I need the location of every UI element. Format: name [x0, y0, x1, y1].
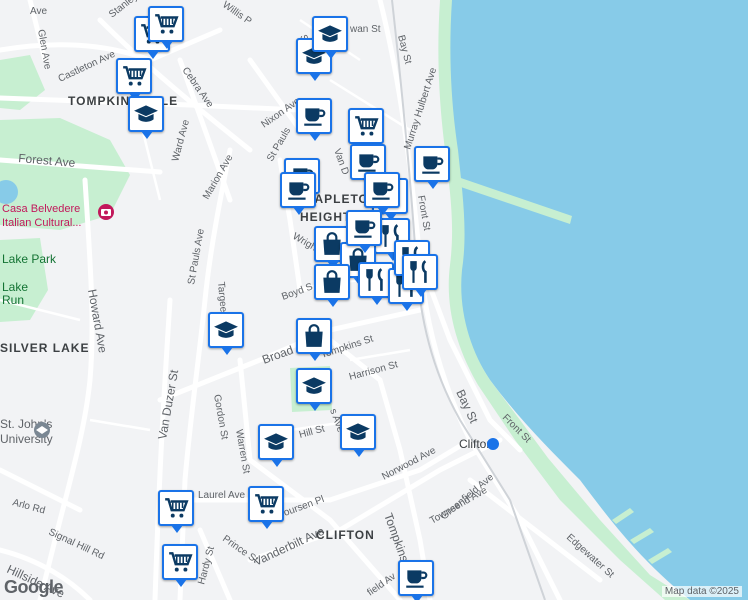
label-silver-lake: SILVER LAKE: [0, 341, 89, 355]
attribution[interactable]: Map data ©2025: [661, 586, 742, 597]
graduation-cap-icon: [345, 419, 371, 445]
map-marker[interactable]: [128, 96, 164, 139]
map-marker[interactable]: [296, 318, 332, 361]
map-canvas[interactable]: TOMPKINSVILLE STAPLETON HEIGHTS SILVER L…: [0, 0, 748, 600]
map-marker[interactable]: [280, 172, 316, 215]
map-marker[interactable]: [348, 108, 384, 151]
shopping-cart-icon: [163, 495, 189, 521]
label-lake-park: Lake Park: [2, 252, 57, 266]
map-marker[interactable]: [402, 254, 438, 297]
graduation-cap-icon: [301, 373, 327, 399]
map-marker[interactable]: [258, 424, 294, 467]
fork-knife-icon: [363, 267, 389, 293]
map-marker[interactable]: [340, 414, 376, 457]
map-marker[interactable]: [148, 6, 184, 49]
label-casa-belvedere: Casa Belvedere: [2, 203, 80, 215]
shopping-cart-icon: [167, 549, 193, 575]
shopping-cart-icon: [121, 63, 147, 89]
coffee-cup-icon: [403, 565, 429, 591]
label-run: Run: [2, 293, 24, 307]
map-marker[interactable]: [296, 98, 332, 141]
shopping-bag-icon: [319, 269, 345, 295]
map-marker[interactable]: [414, 146, 450, 189]
label-italian-cultural: Italian Cultural...: [2, 217, 81, 229]
map-marker[interactable]: [346, 210, 382, 253]
map-marker[interactable]: [364, 172, 400, 215]
map-marker[interactable]: [398, 560, 434, 600]
map-marker[interactable]: [158, 490, 194, 533]
graduation-cap-icon: [133, 101, 159, 127]
coffee-cup-icon: [301, 103, 327, 129]
map-marker[interactable]: [116, 58, 152, 101]
train-station-icon[interactable]: [487, 438, 499, 450]
graduation-cap-icon: [317, 21, 343, 47]
coffee-cup-icon: [369, 177, 395, 203]
shopping-bag-icon: [301, 323, 327, 349]
graduation-cap-icon: [213, 317, 239, 343]
shopping-cart-icon: [353, 113, 379, 139]
shopping-cart-icon: [153, 11, 179, 37]
map-marker[interactable]: [314, 264, 350, 307]
map-marker[interactable]: [296, 368, 332, 411]
label-lake: Lake: [2, 280, 28, 294]
fork-knife-icon: [407, 259, 433, 285]
coffee-cup-icon: [351, 215, 377, 241]
map-marker[interactable]: [208, 312, 244, 355]
street-label: wan St: [349, 24, 381, 35]
map-marker[interactable]: [162, 544, 198, 587]
google-logo[interactable]: Google: [4, 577, 64, 598]
map-marker[interactable]: [248, 486, 284, 529]
map-marker[interactable]: [312, 16, 348, 59]
street-label: Ave: [30, 6, 47, 17]
coffee-cup-icon: [419, 151, 445, 177]
shopping-cart-icon: [253, 491, 279, 517]
graduation-cap-icon: [263, 429, 289, 455]
coffee-cup-icon: [285, 177, 311, 203]
street-label: Laurel Ave: [198, 490, 246, 501]
